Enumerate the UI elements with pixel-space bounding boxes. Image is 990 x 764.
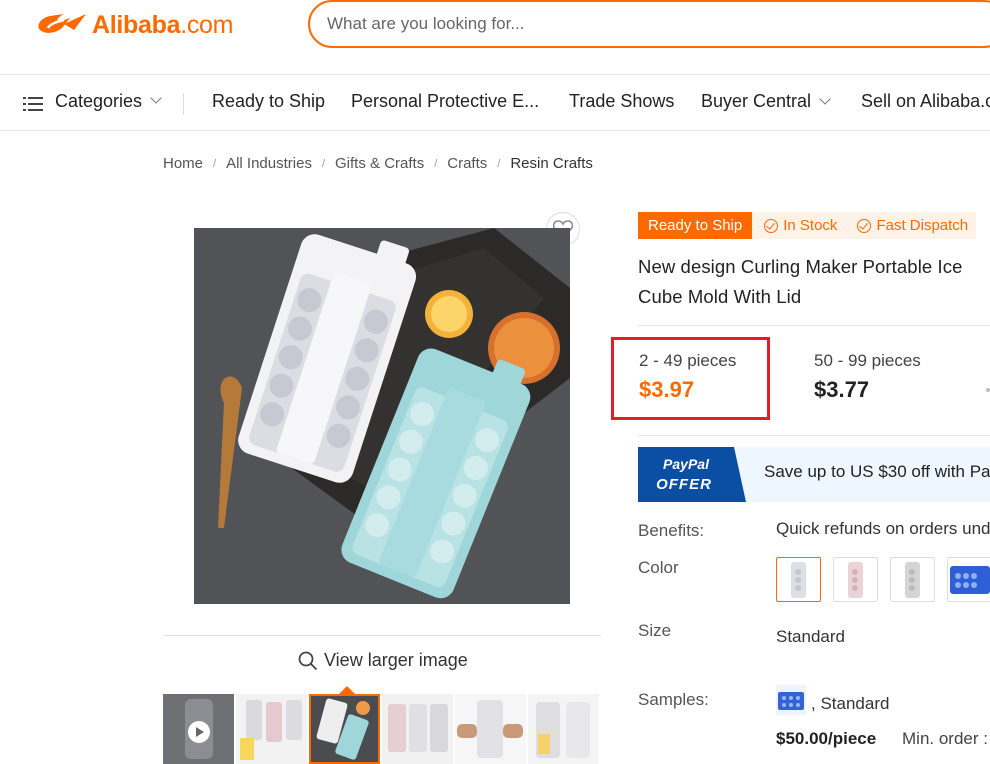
nav-buyer-central[interactable]: Buyer Central: [701, 91, 831, 112]
color-swatch[interactable]: [947, 557, 990, 602]
price-tier-2: 50 - 99 pieces $3.77: [814, 351, 921, 403]
gallery-divider: [163, 635, 601, 636]
highlight-box: [611, 337, 770, 420]
breadcrumb-separator: /: [213, 157, 217, 170]
product-main-image[interactable]: [194, 228, 570, 604]
menu-icon: [23, 95, 43, 111]
thumbnail-image[interactable]: [236, 694, 307, 764]
nav-divider: [183, 93, 184, 115]
product-title: New design Curling Maker Portable Ice Cu…: [638, 256, 963, 307]
alibaba-logo-icon: [38, 14, 86, 33]
nav-trade-shows[interactable]: Trade Shows: [569, 91, 674, 112]
breadcrumb-crafts[interactable]: Crafts: [447, 155, 487, 172]
nav-ready-to-ship[interactable]: Ready to Ship: [212, 91, 325, 112]
thumbnail-indicator: [339, 686, 355, 694]
benefits-value: Quick refunds on orders und: [776, 519, 990, 538]
in-stock-badge: In Stock: [752, 212, 846, 239]
thumbnail-image-selected[interactable]: [309, 694, 380, 764]
nav-personal-protective[interactable]: Personal Protective E...: [351, 91, 539, 112]
breadcrumb-separator: /: [497, 157, 501, 170]
benefits-label: Benefits:: [638, 521, 705, 540]
check-circle-icon: [764, 218, 779, 233]
thumbnail-strip: [163, 694, 601, 764]
chevron-down-icon: [150, 91, 162, 104]
fast-dispatch-badge: Fast Dispatch: [845, 212, 977, 239]
color-swatch[interactable]: [890, 557, 935, 602]
size-label: Size: [638, 621, 672, 640]
product-badges: Ready to Ship In Stock Fast Dispatch: [638, 212, 977, 239]
check-circle-icon: [857, 218, 872, 233]
paypal-tag-top: PayPal: [663, 456, 710, 472]
size-value[interactable]: Standard: [776, 627, 845, 647]
header: Alibaba.com: [0, 0, 990, 75]
breadcrumb: Home / All Industries / Gifts & Crafts /…: [163, 155, 593, 172]
chevron-down-icon: [819, 93, 831, 105]
breadcrumb-resin-crafts[interactable]: Resin Crafts: [510, 155, 593, 172]
breadcrumb-gifts-crafts[interactable]: Gifts & Crafts: [335, 155, 424, 172]
paypal-offer-banner[interactable]: PayPal OFFER Save up to US $30 off with …: [638, 447, 990, 502]
logo-text: Alibaba.com: [92, 10, 234, 39]
breadcrumb-separator: /: [321, 157, 326, 170]
tier-range: 50 - 99 pieces: [814, 351, 921, 370]
paypal-offer-tag: PayPal OFFER: [638, 447, 746, 502]
thumbnail-image[interactable]: [455, 694, 526, 764]
thumbnail-video[interactable]: [163, 694, 234, 764]
samples-value: , Standard: [811, 694, 890, 713]
thumbnail-image[interactable]: [528, 694, 599, 764]
paypal-offer-text: Save up to US $30 off with Pa: [764, 462, 990, 481]
color-label: Color: [638, 558, 679, 577]
nav-buyer-central-label: Buyer Central: [701, 91, 812, 111]
breadcrumb-separator: /: [434, 157, 438, 170]
magnifier-icon: [298, 651, 318, 670]
nav-categories-label: Categories: [55, 91, 143, 111]
samples-label: Samples:: [638, 690, 709, 709]
color-swatches: [776, 557, 990, 602]
alibaba-logo[interactable]: Alibaba.com: [34, 8, 233, 42]
top-nav: Categories Ready to Ship Personal Protec…: [0, 74, 990, 131]
nav-sell-on-alibaba[interactable]: Sell on Alibaba.c: [861, 91, 990, 112]
sample-price: $50.00/piece: [776, 729, 877, 748]
search-input[interactable]: [327, 14, 990, 34]
nav-categories[interactable]: Categories: [23, 91, 162, 112]
divider: [638, 325, 990, 326]
tier-overflow-dot: [986, 388, 990, 392]
view-larger-image-button[interactable]: View larger image: [298, 650, 468, 671]
ready-to-ship-badge: Ready to Ship: [638, 212, 753, 239]
color-swatch[interactable]: [833, 557, 878, 602]
view-larger-label: View larger image: [324, 650, 468, 670]
thumbnail-image[interactable]: [382, 694, 453, 764]
search-box[interactable]: [308, 0, 990, 48]
breadcrumb-home[interactable]: Home: [163, 155, 203, 172]
color-swatch[interactable]: [776, 557, 821, 602]
sample-thumbnail[interactable]: [776, 685, 806, 715]
sample-min-order: Min. order :: [902, 729, 988, 748]
tier-price: $3.77: [814, 377, 870, 402]
paypal-tag-bottom: OFFER: [656, 476, 712, 493]
breadcrumb-all-industries[interactable]: All Industries: [226, 155, 312, 172]
divider: [638, 435, 990, 436]
